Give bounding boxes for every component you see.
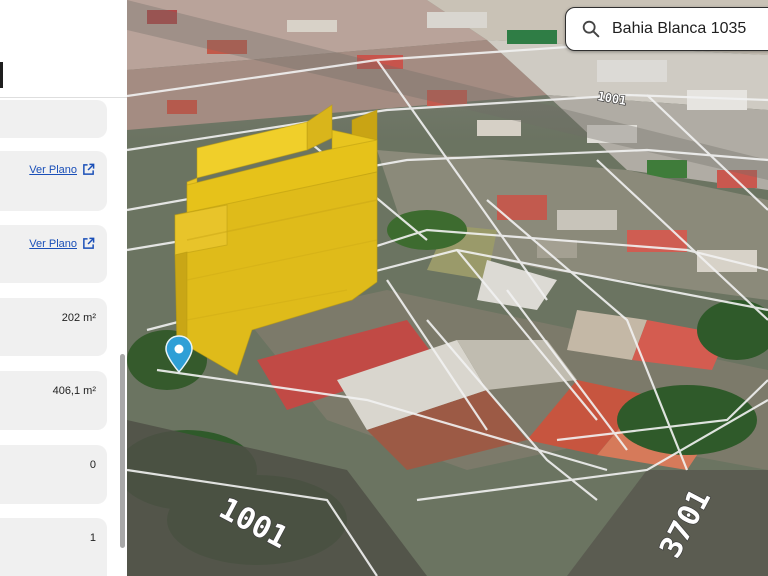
info-card-area-1: 202 m²: [0, 298, 107, 356]
info-card-count-1: 0: [0, 445, 107, 504]
info-card-plano-1: Ver Plano: [0, 151, 107, 211]
info-panel: Ver Plano Ver Plano 202 m² 406,1 m² 0 1: [0, 0, 127, 576]
card-value: 202 m²: [61, 312, 96, 324]
card-value: 406,1 m²: [52, 385, 96, 397]
card-value: 1: [89, 532, 96, 544]
info-card-area-2: 406,1 m²: [0, 371, 107, 430]
panel-header-edge: [0, 62, 3, 88]
ver-plano-label: Ver Plano: [29, 163, 77, 176]
card-value: 0: [89, 459, 96, 471]
satellite-map[interactable]: 1001 1001 3701: [127, 0, 768, 576]
panel-scrollbar[interactable]: [118, 122, 127, 576]
external-link-icon: [83, 237, 95, 249]
external-link-icon: [83, 163, 95, 175]
panel-header: [0, 0, 127, 98]
ver-plano-label: Ver Plano: [29, 237, 77, 250]
info-card-plano-2: Ver Plano: [0, 225, 107, 283]
ver-plano-link-1[interactable]: Ver Plano: [29, 163, 95, 176]
map-3d-view[interactable]: 1001 1001 3701: [127, 0, 768, 576]
scrollbar-thumb[interactable]: [120, 354, 125, 548]
search-input[interactable]: [612, 20, 768, 38]
search-icon[interactable]: [580, 18, 602, 40]
info-card-partial: [0, 100, 107, 138]
ver-plano-link-2[interactable]: Ver Plano: [29, 237, 95, 250]
search-box[interactable]: [565, 7, 768, 51]
info-card-count-2: 1: [0, 518, 107, 576]
